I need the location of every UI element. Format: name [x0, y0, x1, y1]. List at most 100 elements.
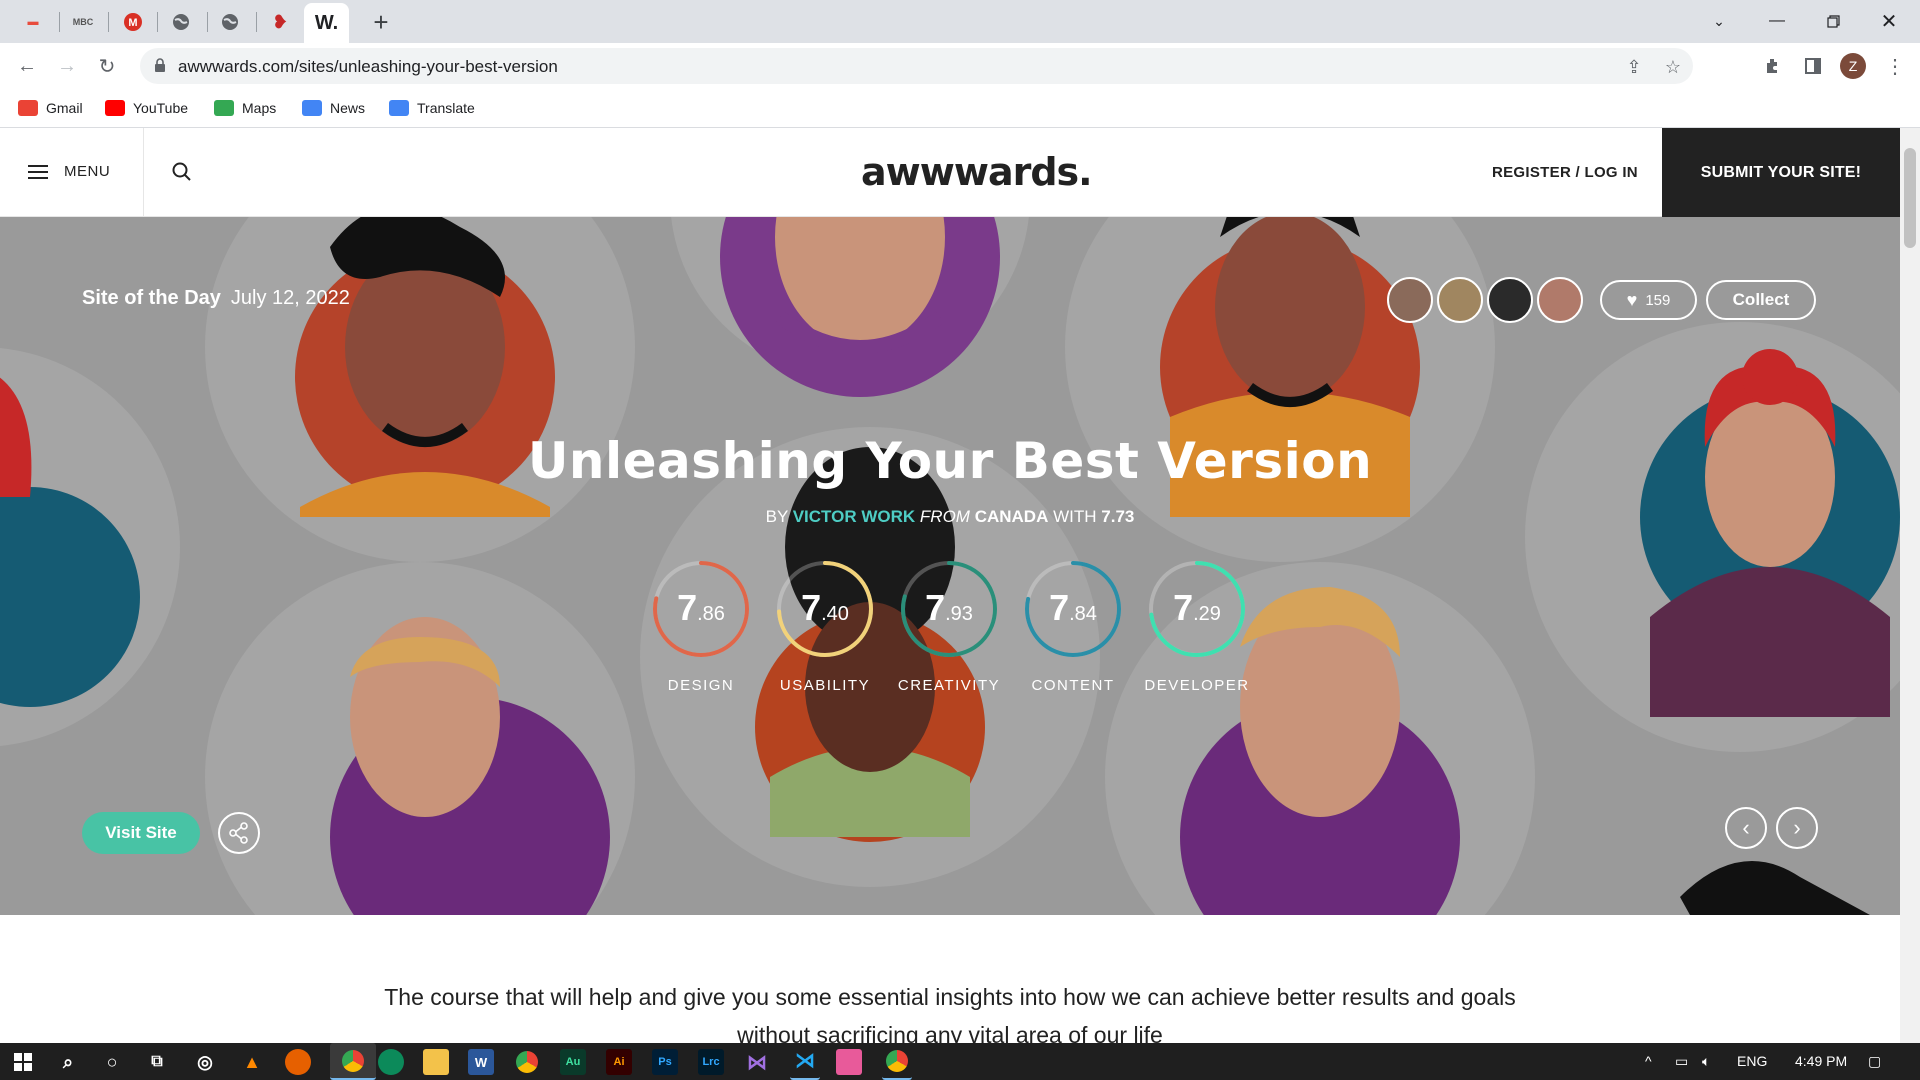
tab-separator — [256, 12, 257, 32]
jury-avatars — [1387, 277, 1587, 323]
notifications-icon[interactable]: ▢ — [1868, 1053, 1881, 1070]
tab-separator — [59, 12, 60, 32]
sotd-badge: Site of the Day — [82, 287, 221, 309]
chrome-icon[interactable] — [514, 1049, 540, 1075]
bookmark-label: Maps — [242, 100, 277, 116]
like-button[interactable]: ♥ 159 — [1600, 280, 1697, 320]
score-label: USABILITY — [779, 677, 871, 694]
avatar[interactable] — [1537, 277, 1583, 323]
site-of-the-day: Site of the Day July 12, 2022 — [82, 287, 350, 310]
clock[interactable]: 4:49 PM — [1795, 1053, 1847, 1069]
tab-favicon-6[interactable]: ❥ — [267, 9, 293, 35]
vlc-icon[interactable]: ▲ — [239, 1049, 265, 1075]
news-icon — [302, 100, 322, 116]
search-icon[interactable]: ⌕ — [55, 1049, 81, 1075]
tray-chevron-icon[interactable]: ^ — [1645, 1053, 1652, 1069]
steam-icon[interactable]: ◎ — [192, 1049, 218, 1075]
score-value: 7.93 — [899, 587, 999, 629]
site-header: MENU awwwards. REGISTER / LOG IN SUBMIT … — [0, 128, 1900, 217]
bookmark-translate[interactable]: Translate — [389, 97, 475, 119]
globe-icon[interactable] — [217, 9, 243, 35]
score-label: DESIGN — [667, 677, 735, 694]
task-view-icon[interactable]: ⧉ — [144, 1049, 170, 1075]
address-bar[interactable]: awwwards.com/sites/unleashing-your-best-… — [140, 48, 1693, 84]
file-explorer-icon[interactable] — [423, 1049, 449, 1075]
illustrator-icon[interactable]: Ai — [606, 1049, 632, 1075]
author-link[interactable]: VICTOR WORK — [793, 507, 915, 526]
windows-start-icon[interactable] — [10, 1049, 36, 1075]
back-button[interactable]: ← — [12, 51, 42, 81]
side-panel-icon[interactable] — [1798, 51, 1828, 81]
search-icon[interactable] — [170, 160, 194, 184]
chevron-right-icon: › — [1793, 815, 1801, 840]
profile-avatar[interactable]: Z — [1840, 53, 1866, 79]
chevron-left-icon: ‹ — [1742, 815, 1750, 840]
avatar[interactable] — [1487, 277, 1533, 323]
avatar[interactable] — [1437, 277, 1483, 323]
photos-icon[interactable] — [836, 1049, 862, 1075]
new-tab-button[interactable]: + — [366, 7, 396, 37]
score-label: DEVELOPER — [1144, 677, 1250, 694]
submit-site-button[interactable]: SUBMIT YOUR SITE! — [1662, 128, 1900, 217]
battery-icon[interactable]: ▭ — [1675, 1053, 1688, 1070]
next-site-button[interactable]: › — [1776, 807, 1818, 849]
collect-button[interactable]: Collect — [1706, 280, 1816, 320]
close-window-button[interactable]: ✕ — [1866, 6, 1912, 36]
bookmark-youtube[interactable]: YouTube — [105, 97, 188, 119]
register-login-link[interactable]: REGISTER / LOG IN — [1492, 164, 1638, 181]
chrome-taskbar-icon[interactable] — [330, 1043, 376, 1080]
tab-favicon-1[interactable]: ▬ — [20, 9, 46, 35]
page-scrollbar[interactable] — [1900, 128, 1920, 1043]
reload-button[interactable]: ↻ — [92, 51, 122, 81]
more-menu-icon[interactable]: ⋮ — [1880, 51, 1910, 81]
share-button[interactable] — [218, 812, 260, 854]
tab-favicon-2[interactable]: MBC — [70, 9, 96, 35]
restore-button[interactable] — [1810, 6, 1856, 36]
bookmark-label: News — [330, 100, 366, 116]
audition-icon[interactable]: Au — [560, 1049, 586, 1075]
score-value: 7.84 — [1023, 587, 1123, 629]
cortana-icon[interactable]: ○ — [99, 1049, 125, 1075]
visual-studio-icon[interactable]: ⋈ — [744, 1049, 770, 1075]
score-value: 7.40 — [775, 587, 875, 629]
visit-site-button[interactable]: Visit Site — [82, 812, 200, 854]
score-usability: 7.40 USABILITY — [775, 559, 875, 709]
bookmark-news[interactable]: News — [302, 97, 365, 119]
scroll-thumb[interactable] — [1904, 148, 1916, 248]
active-tab[interactable]: W. — [304, 3, 349, 43]
vscode-icon[interactable]: ⋊ — [790, 1043, 820, 1080]
volume-icon[interactable]: 🔈︎ — [1702, 1053, 1710, 1070]
extensions-icon[interactable] — [1758, 51, 1788, 81]
lightroom-icon[interactable]: Lrc — [698, 1049, 724, 1075]
active-tab-favicon: W. — [314, 11, 339, 34]
svg-text:M: M — [128, 17, 137, 29]
edge-icon[interactable] — [378, 1049, 404, 1075]
youtube-icon — [105, 100, 125, 116]
bookmark-maps[interactable]: Maps — [214, 97, 276, 119]
bookmark-gmail[interactable]: Gmail — [18, 97, 83, 119]
minimize-button[interactable]: — — [1754, 6, 1800, 36]
previous-site-button[interactable]: ‹ — [1725, 807, 1767, 849]
share-page-icon[interactable]: ⇪ — [1623, 56, 1645, 78]
language-indicator[interactable]: ENG — [1737, 1053, 1767, 1069]
tab-favicon-gmail[interactable]: M — [120, 9, 146, 35]
browser-toolbar: ← → ↻ awwwards.com/sites/unleashing-your… — [0, 43, 1920, 89]
forward-button[interactable]: → — [52, 51, 82, 81]
site-title: Unleashing Your Best Version — [527, 432, 1373, 490]
menu-button[interactable]: MENU — [28, 163, 110, 180]
firefox-icon[interactable] — [285, 1049, 311, 1075]
word-icon[interactable]: W — [468, 1049, 494, 1075]
site-logo[interactable]: awwwards. — [861, 150, 1093, 194]
bookmarks-bar: Gmail YouTube Maps News Translate — [0, 89, 1920, 128]
tab-search-icon[interactable]: ⌄ — [1696, 6, 1742, 36]
chrome-icon[interactable] — [882, 1043, 912, 1080]
byline: BY VICTOR WORK FROM CANADA WITH 7.73 — [0, 507, 1900, 527]
bookmark-star-icon[interactable]: ☆ — [1662, 56, 1684, 78]
globe-icon[interactable] — [168, 9, 194, 35]
heart-icon: ♥ — [1626, 289, 1638, 310]
menu-label: MENU — [64, 163, 111, 180]
hamburger-icon — [28, 164, 48, 179]
photoshop-icon[interactable]: Ps — [652, 1049, 678, 1075]
avatar[interactable] — [1387, 277, 1433, 323]
windows-taskbar: ⌕ ○ ⧉ ◎ ▲ W Au Ai Ps Lrc ⋈ ⋊ ^ ▭ 🔈︎ ENG … — [0, 1043, 1920, 1080]
